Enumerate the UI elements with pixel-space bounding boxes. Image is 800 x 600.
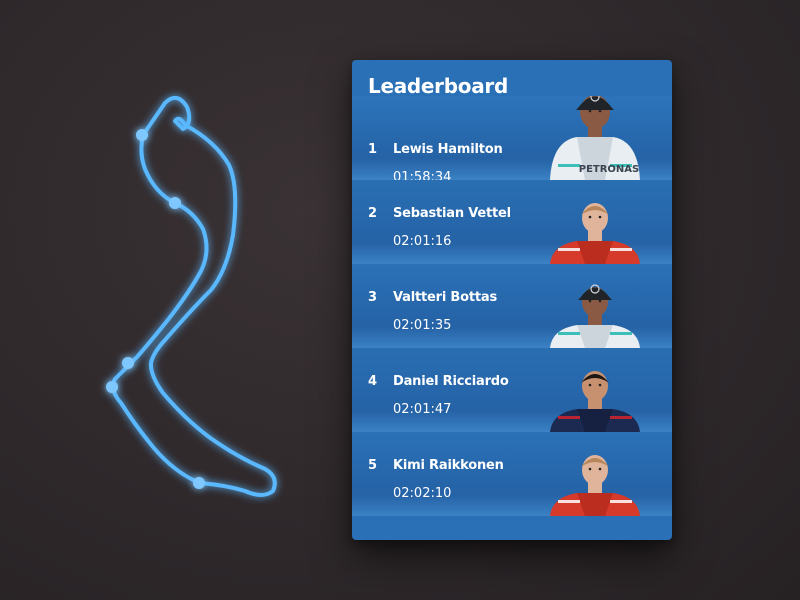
driver-name: Sebastian Vettel <box>393 206 511 221</box>
driver-rank: 3 <box>368 290 378 305</box>
driver-rank: 5 <box>368 458 378 473</box>
driver-name: Lewis Hamilton <box>393 142 503 157</box>
sector-marker-1[interactable] <box>136 129 148 141</box>
circuit-track-line <box>111 95 277 497</box>
sector-marker-2[interactable] <box>169 197 181 209</box>
driver-avatar <box>550 360 640 432</box>
sector-marker-4[interactable] <box>106 381 118 393</box>
driver-time: 02:01:16 <box>393 234 452 249</box>
driver-avatar <box>550 444 640 516</box>
leaderboard-row[interactable]: 3 Valtteri Bottas 02:01:35 <box>352 264 672 348</box>
leaderboard-panel: Leaderboard 1 Lewis Hamilton 01:58:34 PETRO… <box>352 60 672 540</box>
driver-time: 01:58:34 <box>393 170 452 180</box>
circuit-map <box>95 85 295 505</box>
circuit-track-svg <box>106 95 277 497</box>
driver-time: 02:01:47 <box>393 402 452 417</box>
driver-time: 02:01:35 <box>393 318 452 333</box>
driver-rank: 4 <box>368 374 378 389</box>
leaderboard-list: 1 Lewis Hamilton 01:58:34 PETRONAS 2 Sebastia… <box>352 96 672 540</box>
driver-time: 02:02:10 <box>393 486 452 501</box>
leaderboard-row[interactable]: 5 Kimi Raikkonen 02:02:10 <box>352 432 672 516</box>
driver-rank: 2 <box>368 206 378 221</box>
driver-avatar: PETRONAS <box>550 96 640 180</box>
driver-rank: 1 <box>368 142 378 157</box>
driver-name: Daniel Ricciardo <box>393 374 509 389</box>
driver-avatar <box>550 192 640 264</box>
leaderboard-title: Leaderboard <box>368 74 508 98</box>
leaderboard-row[interactable]: 2 Sebastian Vettel 02:01:16 <box>352 180 672 264</box>
driver-avatar <box>550 276 640 348</box>
sector-marker-5[interactable] <box>193 477 205 489</box>
sponsor-badge: PETRONAS <box>579 164 640 175</box>
leaderboard-row[interactable]: 4 Daniel Ricciardo 02:01:47 <box>352 348 672 432</box>
driver-name: Kimi Raikkonen <box>393 458 504 473</box>
sector-marker-3[interactable] <box>122 357 134 369</box>
driver-name: Valtteri Bottas <box>393 290 497 305</box>
leaderboard-row[interactable]: 1 Lewis Hamilton 01:58:34 PETRONAS <box>352 96 672 180</box>
